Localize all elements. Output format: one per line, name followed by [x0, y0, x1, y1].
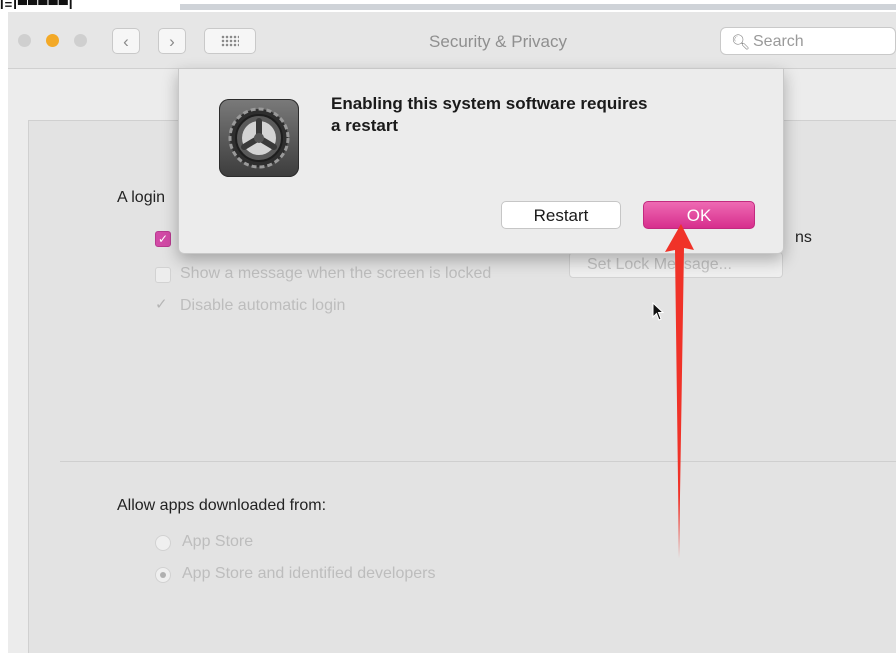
- alert-message-line-2: a restart: [331, 116, 399, 135]
- forward-button[interactable]: ›: [158, 28, 186, 54]
- identified-developers-radio-label: App Store and identified developers: [182, 565, 436, 582]
- restart-alert-sheet: Enabling this system software requires a…: [178, 68, 784, 254]
- close-window-button[interactable]: [18, 34, 31, 47]
- top-background-bar: [180, 4, 896, 10]
- top-text-fragment: I=I▀▀▀▀▀I: [0, 0, 74, 12]
- show-all-button[interactable]: [204, 28, 256, 54]
- alert-message-line-1: Enabling this system software requires: [331, 94, 648, 113]
- set-lock-message-button[interactable]: Set Lock Message...: [569, 252, 783, 278]
- zoom-window-button[interactable]: [74, 34, 87, 47]
- back-button[interactable]: ‹: [112, 28, 140, 54]
- section-divider: [60, 461, 896, 462]
- chevron-left-icon: ‹: [123, 32, 129, 51]
- identified-developers-radio[interactable]: [155, 567, 171, 583]
- window-toolbar: ‹ › Security & Privacy 🔍︎: [8, 12, 896, 69]
- show-message-checkbox[interactable]: [155, 267, 171, 283]
- disable-auto-login-checkbox[interactable]: ✓: [155, 297, 171, 313]
- grid-icon: [221, 35, 239, 47]
- search-icon: 🔍︎: [731, 34, 751, 51]
- window-title: Security & Privacy: [429, 32, 567, 51]
- show-message-label: Show a message when the screen is locked: [180, 265, 492, 282]
- search-field[interactable]: 🔍︎: [720, 27, 896, 55]
- ok-button[interactable]: OK: [643, 201, 755, 229]
- minimize-window-button[interactable]: [46, 34, 59, 47]
- chevron-right-icon: ›: [169, 32, 175, 51]
- require-password-checkbox[interactable]: ✓: [155, 231, 171, 247]
- restart-button[interactable]: Restart: [501, 201, 621, 229]
- app-store-radio-label: App Store: [182, 533, 254, 550]
- system-preferences-gear-icon: [219, 99, 299, 177]
- disable-auto-login-label: Disable automatic login: [180, 297, 346, 314]
- app-store-radio[interactable]: [155, 535, 171, 551]
- top-strip: I=I▀▀▀▀▀I: [0, 0, 896, 12]
- search-input[interactable]: [751, 31, 895, 53]
- mouse-pointer-icon: [652, 302, 665, 321]
- allow-apps-heading: Allow apps downloaded from:: [117, 497, 327, 514]
- login-heading: A login: [117, 189, 166, 206]
- require-password-label-fragment: ns: [795, 229, 812, 246]
- alert-message: Enabling this system software requires a…: [331, 93, 731, 137]
